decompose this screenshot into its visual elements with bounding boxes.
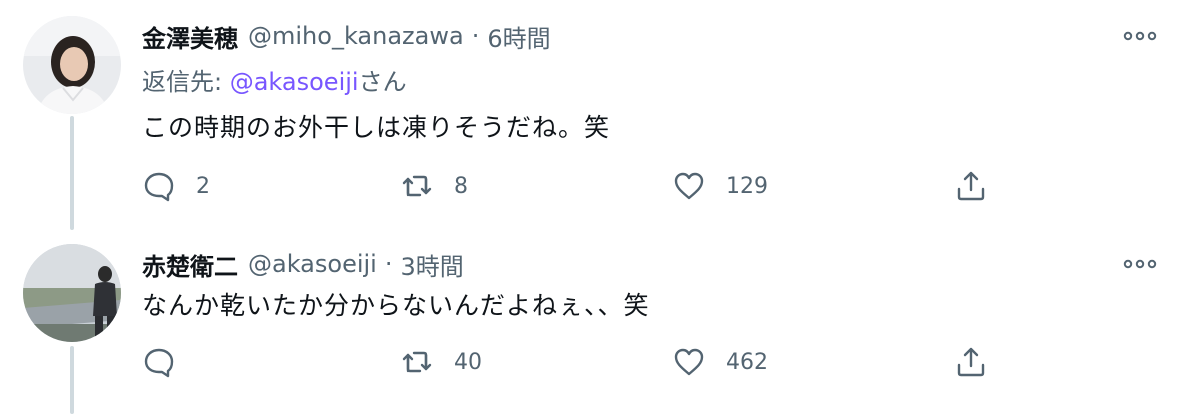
share-icon [957,347,985,377]
speech-bubble-icon [144,348,174,378]
heart-icon [674,348,704,376]
retweet-count: 8 [454,173,468,199]
reply-to-line: 返信先: @akasoeijiさん [142,62,407,97]
timestamp[interactable]: 3時間 [401,247,464,282]
separator-dot: · [471,22,480,50]
avatar[interactable] [23,244,121,342]
speech-bubble-icon [144,172,174,202]
share-button[interactable] [954,166,988,206]
tweet-text: なんか乾いたか分からないんだよねぇ、、笑 [142,291,650,320]
tweet-header: 赤楚衛二 @akasoeiji · 3時間 [142,244,464,284]
reply-mention-link[interactable]: @akasoeiji [230,68,359,96]
tweet-text: この時期のお外干しは凍りそうだね。笑 [142,113,611,142]
retweet-button[interactable]: 40 [400,342,482,382]
handle[interactable]: @akasoeiji [248,250,377,278]
reply-to-label: 返信先: [142,68,230,96]
thread-line [70,116,74,230]
action-bar: 2 8 129 [142,166,1002,206]
like-button[interactable]: 129 [672,166,768,206]
display-name[interactable]: 金澤美穂 [142,19,238,54]
like-count: 129 [726,173,768,199]
like-button[interactable]: 462 [672,342,768,382]
more-dots-icon[interactable] [1122,18,1158,54]
display-name[interactable]: 赤楚衛二 [142,247,238,282]
retweet-count: 40 [454,349,482,375]
reply-count: 2 [196,173,210,199]
reply-button[interactable]: 2 [142,166,210,206]
share-icon [957,171,985,201]
tweet[interactable]: 赤楚衛二 @akasoeiji · 3時間 なんか乾いたか分からないんだよねぇ、… [0,230,1186,414]
handle[interactable]: @miho_kanazawa [248,22,464,50]
more-dots-icon[interactable] [1122,246,1158,282]
avatar[interactable] [23,16,121,114]
retweet-button[interactable]: 8 [400,166,468,206]
like-count: 462 [726,349,768,375]
heart-icon [674,172,704,200]
timestamp[interactable]: 6時間 [487,19,550,54]
retweet-icon [402,175,432,197]
thread-line [70,346,74,414]
tweet[interactable]: 金澤美穂 @miho_kanazawa · 6時間 返信先: @akasoeij… [0,0,1186,230]
retweet-icon [402,351,432,373]
separator-dot: · [384,250,393,278]
action-bar: 40 462 [142,342,1002,382]
reply-to-suffix: さん [358,68,407,96]
reply-button[interactable] [142,342,196,382]
share-button[interactable] [954,342,988,382]
tweet-header: 金澤美穂 @miho_kanazawa · 6時間 [142,16,551,56]
